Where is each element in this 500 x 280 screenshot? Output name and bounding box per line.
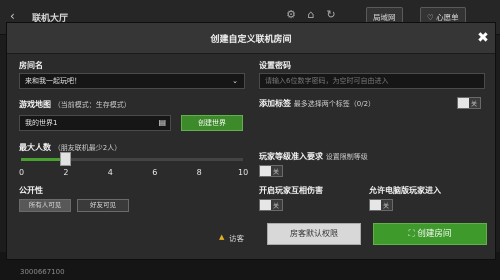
home-icon[interactable]: ⌂	[304, 8, 318, 22]
dialog-footer: ▲ 访客 房客默认权限 ⛶ 创建房间	[7, 219, 495, 259]
create-room-button[interactable]: ⛶ 创建房间	[373, 223, 487, 245]
level-req-title: 玩家等级准入要求	[259, 152, 323, 161]
visibility-friends-option[interactable]: 好友可见	[77, 199, 129, 212]
game-mode-note: （当前模式：生存模式）	[53, 101, 131, 109]
slider-tick-label: 0	[19, 168, 25, 177]
default-permission-button[interactable]: 房客默认权限	[267, 223, 361, 245]
password-placeholder: 请输入6位数字密码，为空时可自由进入	[265, 77, 389, 85]
chat-icon: ▤	[158, 118, 166, 127]
game-map-select[interactable]: 我的世界1 ▤	[19, 115, 171, 131]
tags-label: 添加标签 最多选择两个标签（0/2）	[259, 98, 375, 109]
refresh-icon[interactable]: ↻	[324, 8, 338, 22]
slider-tick-label: 10	[238, 168, 249, 177]
level-req-label: 玩家等级准入要求 设置限制等级	[259, 151, 368, 162]
toggle-knob	[370, 200, 381, 210]
back-icon[interactable]: ‹	[10, 9, 15, 23]
slider-tick-label: 8	[196, 168, 202, 177]
dialog-header: 创建自定义联机房间 ✖	[7, 23, 495, 54]
warning-icon: ▲	[219, 233, 225, 241]
wishlist-tab-label: 心愿单	[436, 13, 459, 22]
tags-note: 最多选择两个标签（0/2）	[293, 100, 376, 108]
pc-join-label: 允许电脑版玩家进入	[369, 186, 441, 195]
chevron-down-icon: ⌄	[232, 77, 238, 85]
visibility-label: 公开性	[19, 186, 43, 195]
room-name-label: 房间名	[19, 61, 43, 70]
create-room-label: 创建房间	[417, 229, 452, 239]
room-name-value: 来和我一起玩吧！	[25, 77, 81, 85]
password-label: 设置密码	[259, 61, 291, 70]
game-map-value: 我的世界1	[25, 119, 58, 127]
toggle-state: 关	[471, 101, 478, 108]
toggle-knob	[458, 98, 469, 108]
toggle-state: 关	[273, 169, 280, 176]
lan-tab-label: 局域网	[373, 13, 396, 22]
tags-title: 添加标签	[259, 99, 291, 108]
max-players-fill	[21, 158, 66, 161]
game-map-label: 游戏地图 （当前模式：生存模式）	[19, 99, 131, 110]
guest-label: 访客	[229, 234, 244, 243]
toggle-state: 关	[383, 203, 390, 210]
game-map-title: 游戏地图	[19, 100, 51, 109]
max-players-title: 最大人数	[19, 143, 51, 152]
create-room-dialog: 创建自定义联机房间 ✖ 房间名 来和我一起玩吧！ ⌄ 游戏地图 （当前模式：生存…	[6, 22, 496, 260]
toggle-state: 关	[273, 203, 280, 210]
user-id: 3000667100	[20, 268, 65, 276]
visibility-all-option[interactable]: 所有人可见	[19, 199, 71, 212]
heart-icon: ♡	[427, 13, 434, 22]
toggle-knob	[260, 166, 271, 176]
create-world-button[interactable]: 创建世界	[181, 115, 243, 131]
tags-toggle[interactable]: 关	[457, 97, 481, 109]
level-req-note: 设置限制等级	[325, 153, 368, 161]
friendly-fire-label: 开启玩家互相伤害	[259, 186, 323, 195]
dialog-title: 创建自定义联机房间	[210, 35, 292, 45]
toggle-knob	[260, 200, 271, 210]
gear-icon[interactable]: ⚙	[284, 8, 298, 22]
max-players-slider-handle[interactable]	[60, 152, 72, 166]
pc-join-toggle[interactable]: 关	[369, 199, 393, 211]
max-players-note: （朋友联机最少2人）	[53, 144, 122, 152]
password-input[interactable]: 请输入6位数字密码，为空时可自由进入	[259, 73, 485, 89]
slider-tick-label: 4	[107, 168, 113, 177]
close-icon[interactable]: ✖	[475, 30, 491, 46]
level-req-toggle[interactable]: 关	[259, 165, 283, 177]
room-name-dropdown[interactable]: 来和我一起玩吧！ ⌄	[19, 73, 245, 89]
gamepad-icon: ⛶	[408, 229, 415, 239]
slider-tick-label: 6	[152, 168, 158, 177]
friendly-fire-toggle[interactable]: 关	[259, 199, 283, 211]
slider-tick-label: 2	[63, 168, 69, 177]
